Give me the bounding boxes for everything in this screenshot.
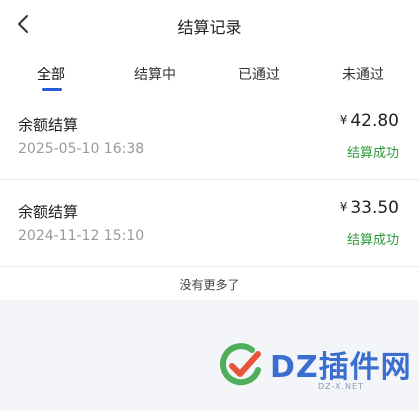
- amount-value: 42.80: [350, 111, 399, 131]
- status-tabs: 全部 结算中 已通过 未通过: [0, 56, 419, 96]
- list-item[interactable]: 余额结算 2025-05-10 16:38 ¥42.80 结算成功: [0, 96, 419, 182]
- tab-rejected[interactable]: 未通过: [342, 64, 384, 84]
- tab-all[interactable]: 全部: [37, 64, 65, 84]
- tab-in-progress[interactable]: 结算中: [134, 64, 176, 84]
- record-amount: ¥42.80: [340, 111, 399, 131]
- record-name: 余额结算: [18, 116, 79, 134]
- dz-logo-icon: [220, 343, 261, 386]
- currency-symbol: ¥: [339, 113, 348, 127]
- tab-approved[interactable]: 已通过: [238, 64, 280, 84]
- divider: [0, 179, 419, 180]
- status-label: 结算成功: [346, 146, 399, 161]
- page-title: 结算记录: [177, 18, 242, 37]
- list-item[interactable]: 余额结算 2024-11-12 15:10 ¥33.50 结算成功: [0, 183, 419, 269]
- record-date: 2024-11-12 15:10: [18, 228, 145, 244]
- record-name: 余额结算: [18, 203, 79, 221]
- watermark-site: DZ-X.NET: [318, 382, 364, 391]
- settlement-records-panel: 结算记录 全部 结算中 已通过 未通过 余额结算 2025-05-10 16:3…: [0, 0, 419, 300]
- status-label: 结算成功: [346, 233, 399, 248]
- currency-symbol: ¥: [339, 200, 348, 214]
- amount-value: 33.50: [350, 198, 399, 218]
- watermark: DZ插件网 DZ-X.NET: [210, 336, 412, 400]
- watermark-brand: DZ插件网: [270, 350, 412, 385]
- active-tab-indicator: [42, 88, 62, 91]
- record-amount: ¥33.50: [340, 198, 399, 218]
- header-bar: 结算记录: [0, 0, 419, 50]
- record-date: 2025-05-10 16:38: [18, 141, 145, 157]
- no-more-text: 没有更多了: [179, 278, 240, 292]
- divider: [0, 266, 419, 267]
